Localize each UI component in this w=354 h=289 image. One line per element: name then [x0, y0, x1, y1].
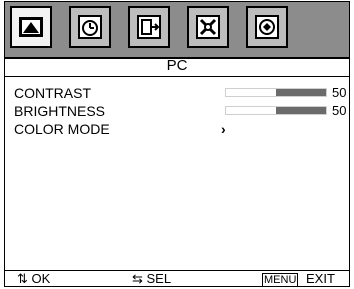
sel-hint: ⇆ SEL	[132, 271, 172, 286]
color-mode-arrow-icon[interactable]: ›	[221, 121, 226, 137]
picture-icon	[19, 17, 43, 37]
contrast-slider[interactable]	[225, 88, 327, 97]
tab-bar	[5, 2, 349, 59]
brightness-label[interactable]: BRIGHTNESS	[14, 103, 105, 119]
menu-key-hint: MENU	[262, 271, 299, 286]
exit-hint: EXIT	[306, 271, 335, 286]
tab-clock[interactable]	[69, 6, 111, 48]
setup-icon	[196, 15, 220, 39]
tab-setup[interactable]	[187, 6, 229, 48]
brightness-value: 50	[332, 103, 347, 118]
ok-hint: ⇅ OK	[17, 271, 51, 286]
input-icon	[137, 15, 161, 39]
menu-title: PC	[166, 57, 188, 74]
contrast-label[interactable]: CONTRAST	[14, 85, 91, 101]
tab-display[interactable]	[246, 6, 288, 48]
osd-menu: PC CONTRAST 50 BRIGHTNESS 50 COLOR MODE …	[4, 1, 350, 287]
contrast-value: 50	[332, 85, 347, 100]
tab-picture[interactable]	[10, 6, 52, 48]
title-divider	[5, 76, 349, 77]
tab-input[interactable]	[128, 6, 170, 48]
footer-hints: ⇅ OK ⇆ SEL MENU EXIT	[5, 271, 349, 286]
brightness-slider[interactable]	[225, 106, 327, 115]
menu-key: MENU	[262, 273, 299, 286]
display-icon	[255, 15, 279, 39]
brightness-slider-fill	[276, 107, 326, 114]
contrast-slider-fill	[276, 89, 326, 96]
color-mode-label[interactable]: COLOR MODE	[14, 121, 110, 137]
clock-icon	[78, 15, 102, 39]
